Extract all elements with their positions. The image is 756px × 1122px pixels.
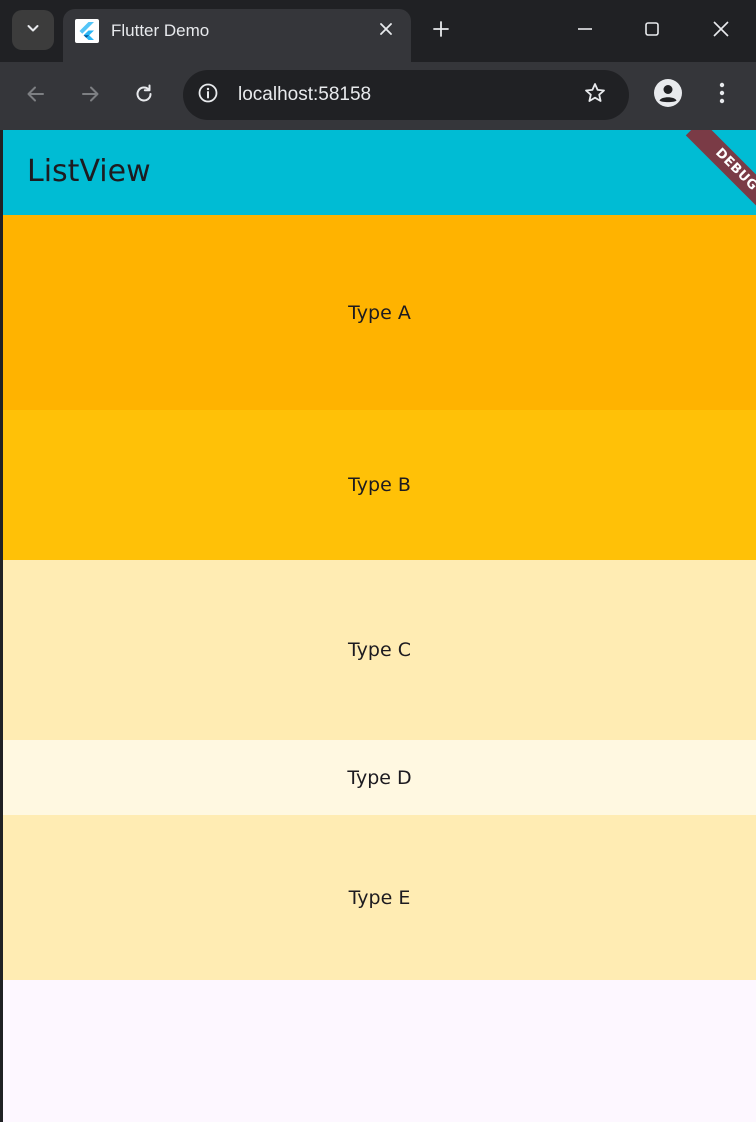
browser-menu-button[interactable] <box>706 79 738 111</box>
list-item-type-d[interactable]: Type D <box>3 740 756 815</box>
more-vertical-icon <box>719 82 725 109</box>
new-tab-button[interactable] <box>423 13 459 49</box>
app-bar: ListView <box>3 130 756 215</box>
list-item-label: Type E <box>348 886 411 909</box>
close-window-button[interactable] <box>698 8 744 54</box>
tab-strip: Flutter Demo <box>0 0 756 62</box>
list-item-type-e[interactable]: Type E <box>3 815 756 980</box>
maximize-button[interactable] <box>629 8 675 54</box>
close-icon <box>712 20 730 43</box>
flutter-logo-icon <box>75 19 99 43</box>
profile-button[interactable] <box>652 78 684 113</box>
arrow-right-icon <box>79 83 101 110</box>
list-item-type-a[interactable]: Type A <box>3 215 756 410</box>
list-item-label: Type B <box>348 474 411 496</box>
close-tab-button[interactable] <box>373 18 399 44</box>
star-icon <box>583 81 607 110</box>
arrow-left-icon <box>25 83 47 110</box>
maximize-icon <box>643 20 661 43</box>
plus-icon <box>432 20 450 43</box>
list-item-label: Type D <box>347 766 412 789</box>
reload-button[interactable] <box>124 76 164 116</box>
minimize-icon <box>576 20 594 43</box>
url-text[interactable]: localhost:58158 <box>238 83 371 107</box>
reload-icon <box>133 83 155 110</box>
tab-title: Flutter Demo <box>111 21 210 40</box>
list-item-type-c[interactable]: Type C <box>3 560 756 740</box>
bookmark-button[interactable] <box>579 79 611 111</box>
site-info-button[interactable] <box>192 79 224 111</box>
browser-toolbar: localhost:58158 <box>0 62 756 130</box>
address-bar[interactable]: localhost:58158 <box>183 70 629 120</box>
list-view[interactable]: Type A Type B Type C Type D Type E <box>3 215 756 980</box>
profile-icon <box>653 78 683 113</box>
list-item-label: Type A <box>348 301 411 324</box>
browser-window: Flutter Demo localhost:58158 ListView Ty… <box>0 0 756 1122</box>
list-item-label: Type C <box>348 639 411 661</box>
page-viewport: ListView Type A Type B Type C Type D Typ… <box>3 130 756 1122</box>
tab-search-button[interactable] <box>12 10 54 50</box>
back-button[interactable] <box>16 76 56 116</box>
chevron-down-icon <box>25 20 41 41</box>
forward-button[interactable] <box>70 76 110 116</box>
minimize-button[interactable] <box>562 8 608 54</box>
page-title: ListView <box>27 154 151 189</box>
list-item-type-b[interactable]: Type B <box>3 410 756 560</box>
info-icon <box>197 82 219 109</box>
close-icon <box>379 22 393 41</box>
tab-flutter-demo[interactable]: Flutter Demo <box>63 9 411 62</box>
